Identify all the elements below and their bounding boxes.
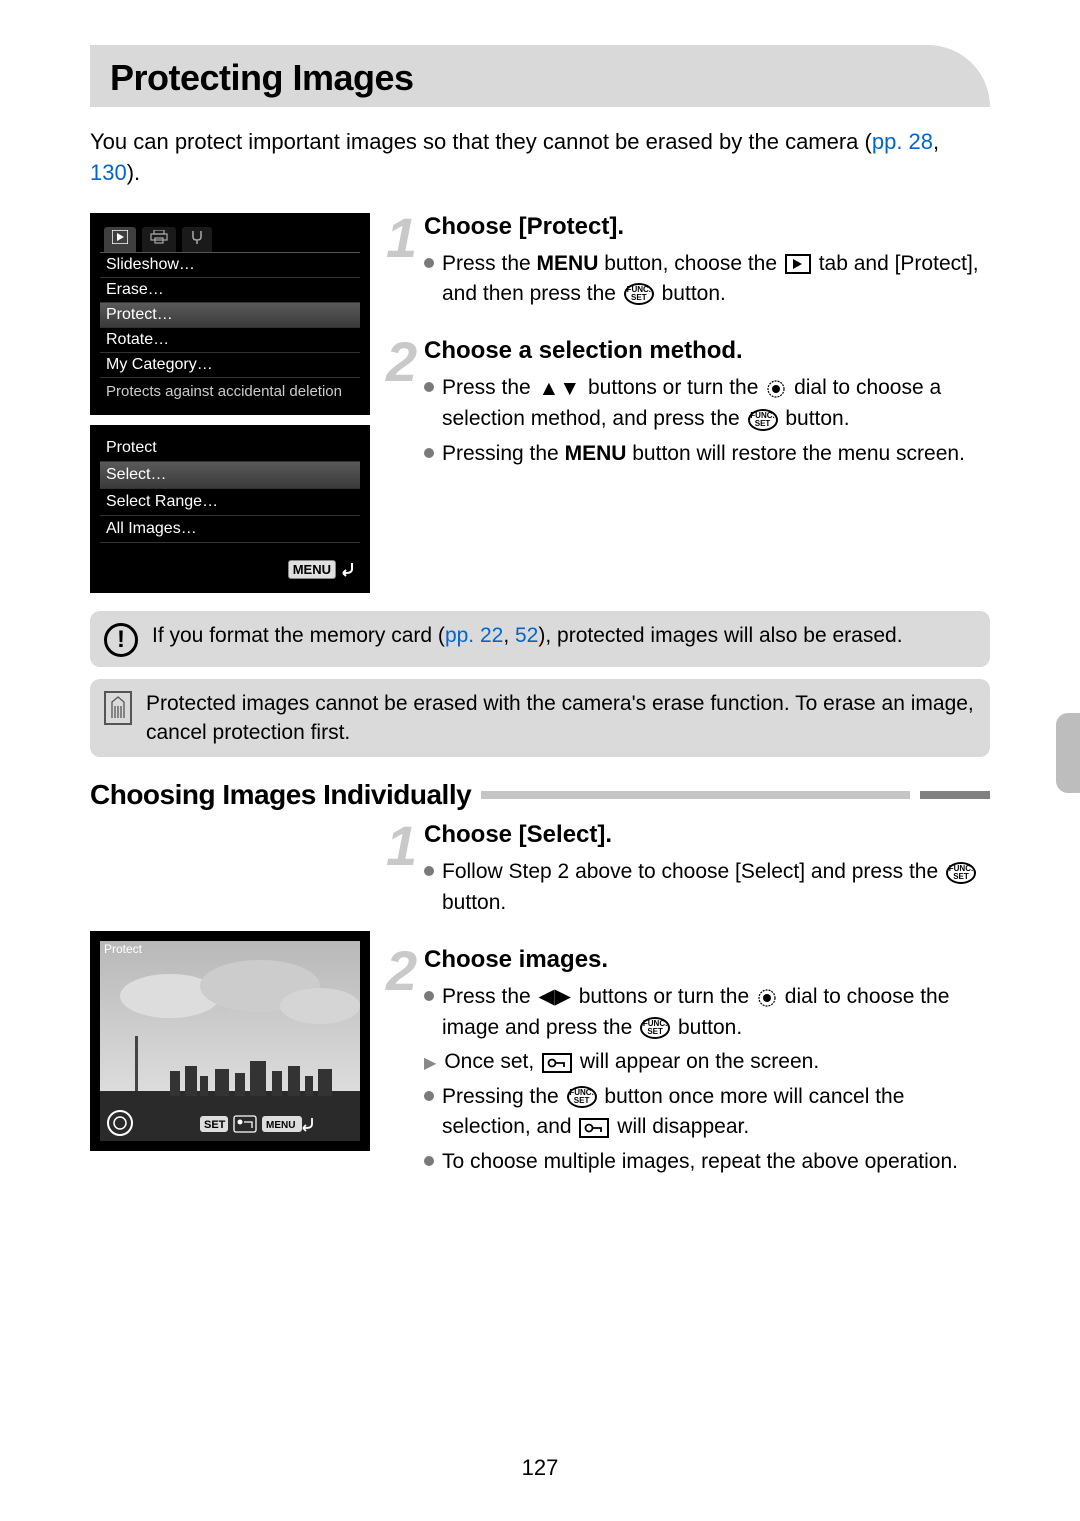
key-icon [540,1053,574,1073]
page-link-130[interactable]: 130 [90,160,127,185]
lcd-screenshot-protect: Protect Select… Select Range… All Images… [90,425,370,593]
page-link-22[interactable]: pp. 22 [445,624,503,647]
lcd-screenshot-menu: Slideshow… Erase… Protect… Rotate… My Ca… [90,213,370,415]
info-note-text: Protected images cannot be erased with t… [146,689,976,748]
menu-item-rotate: Rotate… [100,328,360,353]
up-down-icon: ▲▼ [537,374,583,404]
divider [481,791,910,799]
subheading: Choosing Images Individually [90,779,471,811]
dial-icon [755,988,779,1008]
func-set-icon: FUNC.SET [638,1017,672,1039]
step-3-title: Choose [Select]. [424,821,990,849]
step-3: 1 Choose [Select]. Follow Step 2 above t… [394,821,990,918]
page-number: 127 [0,1455,1080,1481]
page-link-28[interactable]: pp. 28 [872,129,933,154]
thumb-tab [1056,713,1080,793]
step-number-1b: 1 [386,813,417,878]
menu-button-label: MENU [565,442,627,465]
step-4-title: Choose images. [424,946,990,974]
submenu-item-allimages: All Images… [100,516,360,543]
step-1: 1 Choose [Protect]. Press the MENU butto… [394,213,990,310]
result-arrow-icon: ▶ [424,1052,436,1077]
menu-item-erase: Erase… [100,278,360,303]
warning-note: ! If you format the memory card (pp. 22,… [90,611,990,667]
submenu-title: Protect [100,435,360,462]
menu-item-slideshow: Slideshow… [100,253,360,278]
menu-item-protect: Protect… [100,303,360,328]
func-set-icon: FUNC.SET [622,283,656,305]
pencil-icon [104,691,132,725]
menu-back-label: MENU [288,560,336,579]
playback-tab-icon [104,227,136,252]
info-note: Protected images cannot be erased with t… [90,679,990,758]
warning-icon: ! [104,623,138,657]
tools-tab-icon [182,227,212,252]
func-set-icon: FUNC.SET [746,409,780,431]
back-arrow-icon [338,561,356,577]
step-number-2: 2 [386,329,417,394]
func-set-icon: FUNC.SET [944,862,978,884]
svg-text:SET: SET [204,1119,226,1131]
step-2-title: Choose a selection method. [424,337,990,365]
func-set-icon: FUNC.SET [565,1086,599,1108]
svg-text:MENU: MENU [266,1120,295,1131]
step-4: 2 Choose images. Press the ◀▶ buttons or… [394,946,990,1177]
intro-text: You can protect important images so that… [90,127,990,189]
lcd-screenshot-image: Protect SET MENU [90,931,370,1151]
divider-accent [920,791,990,799]
submenu-item-selectrange: Select Range… [100,489,360,516]
playback-tab-icon [783,254,813,274]
left-right-icon: ◀▶ [537,982,573,1012]
step-number-2b: 2 [386,938,417,1003]
step-2: 2 Choose a selection method. Press the ▲… [394,337,990,469]
page-title: Protecting Images [110,57,970,99]
key-icon [577,1118,611,1138]
menu-item-mycategory: My Category… [100,353,360,378]
menu-hint: Protects against accidental deletion [100,378,360,405]
step-1-title: Choose [Protect]. [424,213,990,241]
dial-icon [764,379,788,399]
step-number-1: 1 [386,205,417,270]
title-bar: Protecting Images [90,45,990,107]
print-tab-icon [142,227,176,252]
page-link-52[interactable]: 52 [515,624,538,647]
submenu-item-select: Select… [100,462,360,489]
menu-button-label: MENU [537,252,599,275]
svg-text:Protect: Protect [104,942,143,956]
